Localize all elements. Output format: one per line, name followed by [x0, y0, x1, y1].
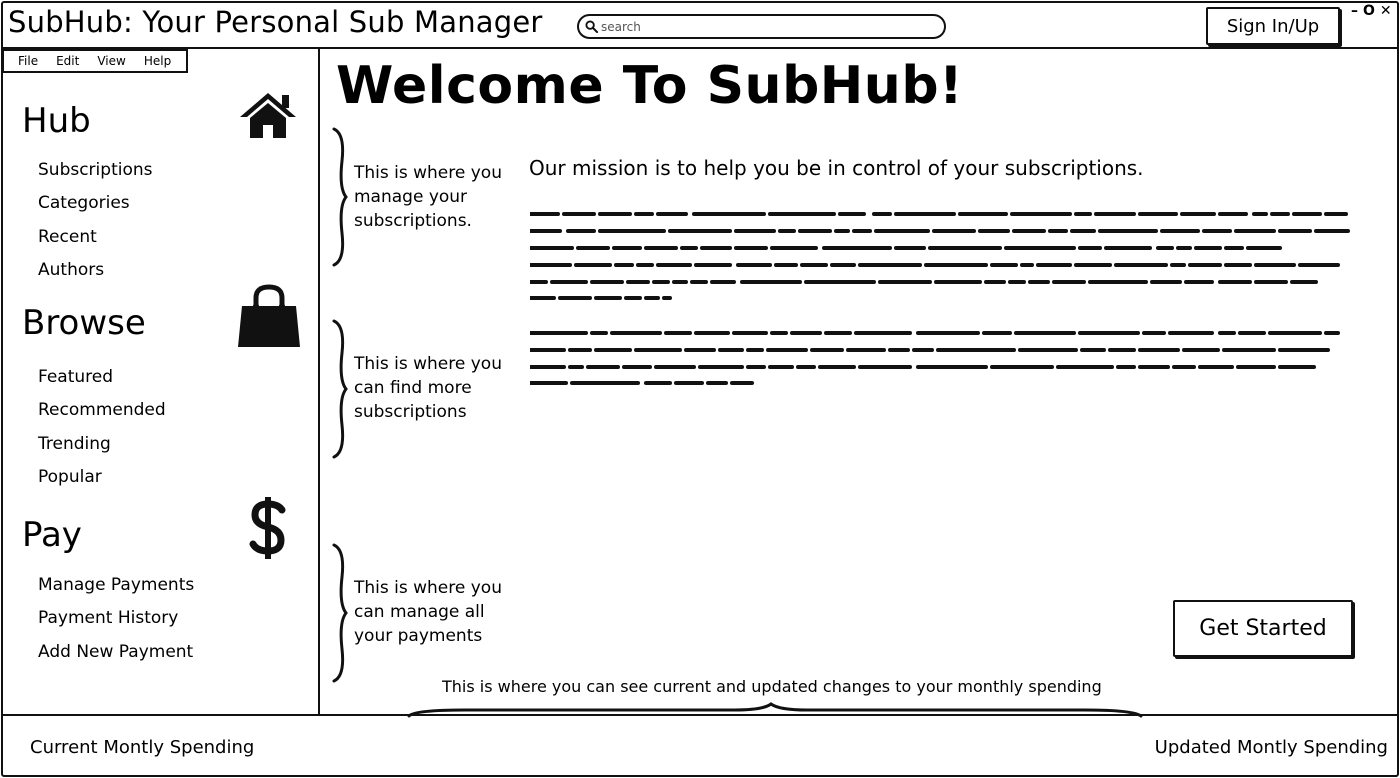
dollar-icon — [249, 497, 286, 559]
header-divider — [2, 47, 1398, 49]
page-title: Welcome To SubHub! — [336, 56, 964, 116]
sidebar-item-recommended[interactable]: Recommended — [38, 399, 166, 421]
get-started-button[interactable]: Get Started — [1173, 600, 1353, 657]
annotation-note-payments: This is where you can manage all your pa… — [354, 578, 502, 646]
search-bar[interactable] — [577, 14, 946, 39]
sidebar-item-subscriptions[interactable]: Subscriptions — [38, 159, 152, 181]
updated-monthly-spending: Updated Montly Spending — [1154, 737, 1388, 758]
sidebar-divider — [318, 49, 320, 716]
annotation-brace — [332, 543, 348, 683]
current-monthly-spending: Current Montly Spending — [30, 737, 255, 758]
menu-view[interactable]: View — [97, 54, 125, 68]
spending-annotation: This is where you can see current and up… — [442, 677, 1102, 696]
sidebar-item-categories[interactable]: Categories — [38, 192, 130, 214]
sidebar-item-payment-history[interactable]: Payment History — [38, 607, 178, 629]
menu-edit[interactable]: Edit — [56, 54, 79, 68]
window-controls: – O ✕ — [1351, 3, 1392, 19]
placeholder-text-block — [530, 212, 1350, 300]
footer-divider — [2, 714, 1398, 716]
close-button[interactable]: ✕ — [1380, 3, 1392, 19]
annotation-note-find: This is where you can find more subscrip… — [354, 354, 502, 422]
sidebar-item-featured[interactable]: Featured — [38, 366, 113, 388]
mission-statement: Our mission is to help you be in control… — [529, 156, 1144, 180]
sidebar-item-add-new-payment[interactable]: Add New Payment — [38, 641, 193, 663]
sidebar-item-trending[interactable]: Trending — [38, 433, 111, 455]
home-icon — [240, 93, 296, 138]
menu-file[interactable]: File — [18, 54, 38, 68]
section-heading-pay: Pay — [22, 515, 82, 555]
sidebar-item-popular[interactable]: Popular — [38, 466, 102, 488]
annotation-note-manage: This is where you manage your subscripti… — [354, 163, 502, 231]
section-heading-hub: Hub — [22, 101, 91, 141]
search-icon — [585, 20, 598, 33]
shopping-bag-icon — [238, 284, 300, 347]
minimize-button[interactable]: – — [1351, 3, 1358, 19]
app-title: SubHub: Your Personal Sub Manager — [8, 5, 543, 39]
section-heading-browse: Browse — [22, 303, 146, 343]
sidebar-item-authors[interactable]: Authors — [38, 259, 104, 281]
menu-help[interactable]: Help — [144, 54, 171, 68]
sidebar-item-manage-payments[interactable]: Manage Payments — [38, 574, 194, 596]
maximize-button[interactable]: O — [1363, 3, 1375, 19]
sign-in-button[interactable]: Sign In/Up — [1206, 7, 1340, 45]
placeholder-text-block — [530, 331, 1340, 385]
annotation-brace — [332, 127, 348, 267]
menu-bar: File Edit View Help — [2, 49, 188, 73]
search-input[interactable] — [601, 19, 931, 34]
sidebar-item-recent[interactable]: Recent — [38, 226, 97, 248]
annotation-brace — [332, 319, 348, 459]
